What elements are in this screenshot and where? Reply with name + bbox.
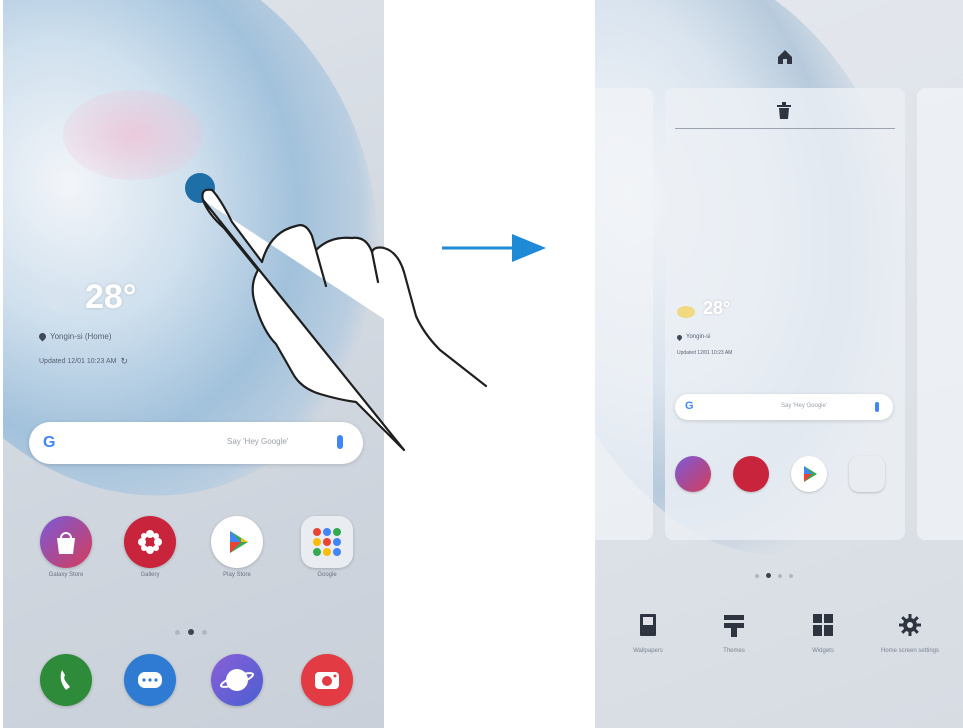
option-themes[interactable]: Themes [699, 612, 769, 654]
location-pin-icon [37, 331, 48, 342]
home-screen: 28° Yongin-si (Home) Updated 12/01 10:23… [3, 0, 384, 728]
page-dot[interactable] [755, 573, 759, 578]
option-label: Home screen settings [880, 648, 940, 654]
galaxy-store-icon[interactable] [675, 456, 711, 492]
app-label: Play Store [223, 572, 251, 578]
wallpaper-tint [63, 90, 203, 180]
updated-row: Updated 12/01 10:23 AM [677, 350, 732, 356]
google-logo-icon: G [43, 434, 56, 451]
home-screen-edit-mode: 28° Yongin-si Updated 12/01 10:23 AM G S… [595, 0, 963, 728]
gallery-icon[interactable] [733, 456, 769, 492]
app-label: Galaxy Store [48, 572, 84, 578]
divider [675, 128, 895, 129]
widgets-icon [813, 614, 833, 636]
location-text: Yongin-si (Home) [50, 332, 112, 341]
dock-phone[interactable] [35, 654, 97, 706]
updated-row: Updated 12/01 10:23 AM ↻ [39, 356, 128, 367]
google-search-bar[interactable]: G Say 'Hey Google' [675, 394, 893, 420]
location-pin-icon [675, 333, 684, 341]
galaxy-store-icon [40, 516, 92, 568]
option-label: Widgets [812, 648, 834, 654]
google-search-bar[interactable]: G Say 'Hey Google' [29, 422, 363, 464]
dock-internet[interactable] [206, 654, 268, 706]
search-placeholder: Say 'Hey Google' [781, 403, 827, 409]
page-preview-current[interactable]: 28° Yongin-si Updated 12/01 10:23 AM G S… [665, 88, 905, 540]
app-play-store[interactable]: Play Store [206, 516, 268, 578]
location-text: Yongin-si [686, 334, 711, 340]
page-dot-active[interactable] [188, 629, 194, 635]
google-logo-icon: G [685, 400, 694, 412]
weather-icon [677, 306, 695, 318]
page-preview-right[interactable] [917, 88, 963, 540]
page-indicator [175, 629, 207, 635]
page-dot[interactable] [778, 573, 782, 578]
page-dot[interactable] [175, 629, 180, 635]
temperature: 28° [85, 278, 137, 316]
app-galaxy-store[interactable]: Galaxy Store [35, 516, 97, 578]
updated-text: Updated 12/01 10:23 AM [39, 358, 117, 365]
option-home-screen-settings[interactable]: Home screen settings [875, 612, 945, 654]
location-row: Yongin-si [675, 333, 711, 341]
trash-icon[interactable] [776, 102, 792, 125]
dock-messages[interactable] [119, 654, 181, 706]
google-folder-icon[interactable] [849, 456, 885, 492]
page-dot[interactable] [202, 629, 207, 635]
refresh-icon[interactable]: ↻ [120, 356, 128, 367]
option-wallpapers[interactable]: Wallpapers [613, 612, 683, 654]
play-store-icon [211, 516, 263, 568]
option-label: Themes [723, 648, 745, 654]
internet-icon [211, 654, 263, 706]
play-store-icon[interactable] [791, 456, 827, 492]
phone-icon [40, 654, 92, 706]
page-dot-active[interactable] [766, 573, 771, 578]
updated-text: Updated 12/01 10:23 AM [677, 350, 733, 356]
page-dot[interactable] [789, 573, 793, 578]
dock-camera[interactable] [296, 654, 358, 706]
location-row: Yongin-si (Home) [37, 331, 112, 342]
weather-icon [45, 288, 67, 310]
app-gallery[interactable]: Gallery [119, 516, 181, 578]
search-placeholder: Say 'Hey Google' [227, 437, 289, 446]
settings-icon [899, 614, 921, 636]
messages-icon [124, 654, 176, 706]
home-icon[interactable] [776, 48, 794, 71]
app-google-folder[interactable]: Google [296, 516, 358, 578]
temperature: 28° [703, 298, 731, 318]
google-folder-icon [301, 516, 353, 568]
app-label: Google [317, 572, 337, 578]
camera-icon [301, 654, 353, 706]
mic-icon[interactable] [337, 435, 343, 449]
option-label: Wallpapers [633, 648, 663, 654]
app-label: Gallery [140, 572, 160, 578]
wallpapers-icon [640, 614, 656, 636]
option-widgets[interactable]: Widgets [788, 612, 858, 654]
page-preview-left[interactable] [595, 88, 653, 540]
mic-icon[interactable] [875, 402, 879, 412]
weather-widget[interactable]: 28° Yongin-si Updated 12/01 10:23 AM [673, 290, 813, 370]
weather-widget[interactable]: 28° Yongin-si (Home) Updated 12/01 10:23… [33, 270, 233, 380]
transition-arrow-icon [442, 234, 546, 262]
themes-icon [724, 615, 744, 637]
gallery-icon [124, 516, 176, 568]
page-indicator [755, 573, 793, 578]
